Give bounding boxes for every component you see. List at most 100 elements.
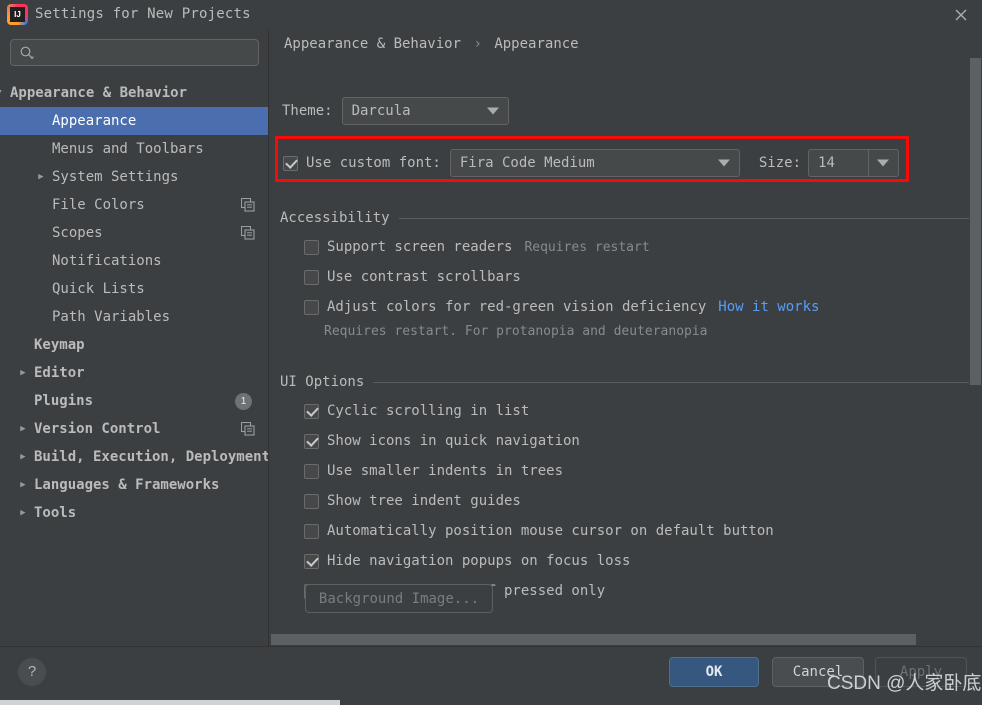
chevron-right-icon[interactable]: ▶ (16, 366, 30, 380)
sidebar-item-quick-lists[interactable]: Quick Lists (0, 275, 268, 303)
copy-icon[interactable] (240, 197, 255, 212)
help-button[interactable]: ? (18, 658, 46, 686)
checkbox-support-screen-readers[interactable] (304, 239, 319, 255)
chevron-right-icon[interactable]: ▶ (16, 422, 30, 436)
ui-option-row: Use smaller indents in trees (304, 463, 563, 479)
sidebar-item-languages-frameworks[interactable]: ▶ Languages & Frameworks (0, 471, 268, 499)
accessibility-section-header: Accessibility (280, 210, 970, 226)
accessibility-title: Accessibility (280, 210, 390, 226)
sidebar-item-plugins[interactable]: Plugins 1 (0, 387, 268, 415)
sidebar-item-label: Appearance & Behavior (10, 85, 188, 101)
copy-icon[interactable] (240, 421, 255, 436)
sidebar-item-editor[interactable]: ▶ Editor (0, 359, 268, 387)
chevron-right-icon[interactable]: ▶ (16, 478, 30, 492)
sidebar-item-label: Appearance (52, 113, 137, 129)
chevron-down-icon (486, 107, 499, 115)
accessibility-option-row: Adjust colors for red-green vision defic… (304, 299, 819, 315)
font-size-value[interactable]: 14 (809, 155, 835, 171)
settings-tree: ▼ Appearance & Behavior Appearance Menus an… (0, 79, 268, 527)
ui-option-row: Hide navigation popups on focus loss (304, 553, 630, 569)
horizontal-scrollbar-thumb[interactable] (271, 634, 916, 645)
checkbox-show-tree-indent-guides[interactable] (304, 493, 319, 509)
checkbox-label: Show icons in quick navigation (327, 433, 580, 449)
how-it-works-link[interactable]: How it works (718, 299, 819, 315)
ui-option-row: Cyclic scrolling in list (304, 403, 529, 419)
search-input[interactable] (35, 45, 258, 60)
sidebar-item-appearance[interactable]: Appearance (0, 107, 268, 135)
sidebar-item-tools[interactable]: ▶ Tools (0, 499, 268, 527)
sidebar-item-label: Scopes (52, 225, 103, 241)
ui-options-section-header: UI Options (280, 374, 970, 390)
ok-button[interactable]: OK (669, 657, 759, 687)
sidebar-item-label: Keymap (34, 337, 85, 353)
apply-button: Apply (875, 657, 967, 687)
checkbox-adjust-colors-for-red-green-vision-deficiency[interactable] (304, 299, 319, 315)
checkbox-use-contrast-scrollbars[interactable] (304, 269, 319, 285)
sidebar-item-label: Path Variables (52, 309, 171, 325)
checkbox-label: Use contrast scrollbars (327, 269, 521, 285)
checkbox-automatically-position-mouse-cursor-on-default-button[interactable] (304, 523, 319, 539)
breadcrumb-parent[interactable]: Appearance & Behavior (284, 36, 461, 52)
use-custom-font-label: Use custom font: (306, 155, 441, 171)
sidebar-item-label: Tools (34, 505, 77, 521)
sidebar-item-notifications[interactable]: Notifications (0, 247, 268, 275)
copy-icon[interactable] (240, 225, 255, 240)
sidebar-item-label: System Settings (52, 169, 179, 185)
font-size-label: Size: (758, 155, 802, 171)
accessibility-option-row: Support screen readers Requires restart (304, 239, 650, 255)
title-bar: Settings for New Projects (0, 0, 982, 29)
theme-combobox[interactable]: Darcula (341, 97, 509, 125)
chevron-right-icon[interactable]: ▶ (16, 450, 30, 464)
checkbox-hide-navigation-popups-on-focus-loss[interactable] (304, 553, 319, 569)
cancel-button[interactable]: Cancel (772, 657, 864, 687)
checkbox-label: Use smaller indents in trees (327, 463, 564, 479)
sidebar-item-build-execution-deployment[interactable]: ▶ Build, Execution, Deployment (0, 443, 268, 471)
search-box[interactable] (10, 39, 259, 66)
checkbox-use-smaller-indents-in-trees[interactable] (304, 463, 319, 479)
checkbox-label: Cyclic scrolling in list (327, 403, 530, 419)
use-custom-font-checkbox[interactable] (283, 155, 298, 171)
chevron-right-icon[interactable]: ▶ (34, 170, 48, 184)
window-title: Settings for New Projects (35, 6, 251, 22)
plugins-update-badge: 1 (235, 392, 252, 410)
sidebar-item-version-control[interactable]: ▶ Version Control (0, 415, 268, 443)
bottom-strip (0, 700, 340, 705)
breadcrumb-separator: › (473, 36, 482, 52)
close-icon[interactable] (952, 6, 970, 24)
background-image-button[interactable]: Background Image... (305, 584, 493, 613)
settings-dialog: Settings for New Projects ▼ Appearance & … (0, 0, 982, 705)
font-family-combobox[interactable]: Fira Code Medium (449, 149, 740, 177)
custom-font-row: Use custom font: Fira Code Medium Size: … (283, 149, 900, 177)
breadcrumb: Appearance & Behavior › Appearance (284, 36, 579, 52)
settings-sidebar: ▼ Appearance & Behavior Appearance Menus an… (0, 29, 269, 646)
section-divider (398, 217, 970, 219)
checkbox-label: Hide navigation popups on focus loss (327, 553, 631, 569)
chevron-right-icon[interactable]: ▶ (16, 506, 30, 520)
font-size-combobox[interactable]: 14 (808, 149, 900, 177)
sidebar-item-scopes[interactable]: Scopes (0, 219, 268, 247)
chevron-down-icon[interactable]: ▼ (0, 86, 6, 100)
sidebar-item-path-variables[interactable]: Path Variables (0, 303, 268, 331)
vertical-scrollbar-thumb[interactable] (970, 58, 981, 385)
sidebar-item-system-settings[interactable]: ▶ System Settings (0, 163, 268, 191)
section-divider (373, 381, 970, 383)
checkbox-label: Automatically position mouse cursor on d… (327, 523, 774, 539)
sidebar-item-label: Version Control (34, 421, 161, 437)
sidebar-item-appearance-behavior[interactable]: ▼ Appearance & Behavior (0, 79, 268, 107)
chevron-down-icon (877, 159, 890, 167)
dialog-footer: ? OK Cancel Apply (0, 646, 982, 700)
sidebar-item-label: Menus and Toolbars (52, 141, 204, 157)
settings-main-panel: Appearance & Behavior › Appearance Theme… (270, 29, 982, 646)
sidebar-item-label: Editor (34, 365, 85, 381)
sidebar-item-label: Plugins (34, 393, 94, 409)
sidebar-item-file-colors[interactable]: File Colors (0, 191, 268, 219)
checkbox-label: Support screen readers (327, 239, 513, 255)
sidebar-item-label: Languages & Frameworks (34, 477, 220, 493)
checkbox-show-icons-in-quick-navigation[interactable] (304, 433, 319, 449)
sidebar-item-menus-and-toolbars[interactable]: Menus and Toolbars (0, 135, 268, 163)
checkbox-cyclic-scrolling-in-list[interactable] (304, 403, 319, 419)
chevron-down-icon (717, 159, 730, 167)
sidebar-item-label: File Colors (52, 197, 145, 213)
sidebar-item-keymap[interactable]: Keymap (0, 331, 268, 359)
sidebar-item-label: Notifications (52, 253, 162, 269)
